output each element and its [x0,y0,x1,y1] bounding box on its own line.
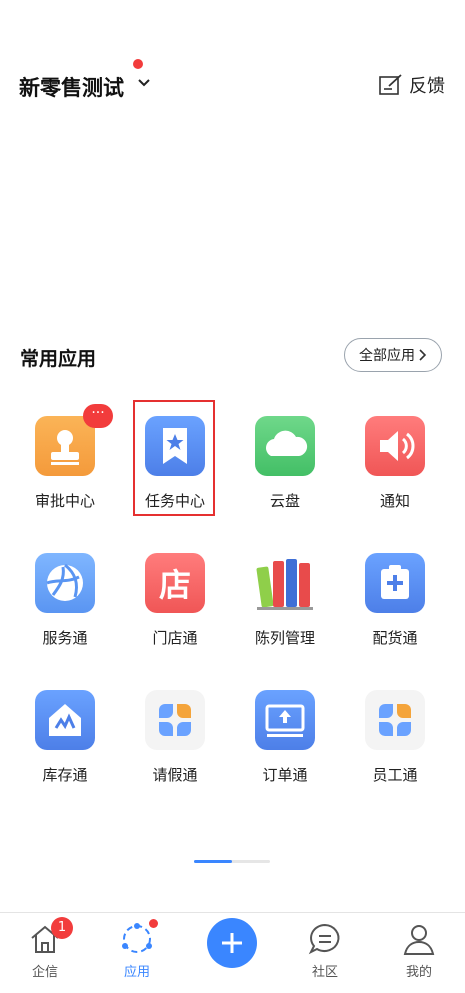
tab-me[interactable]: 我的 [374,913,464,980]
tab-messages[interactable]: 1 企信 [0,913,90,980]
user-icon [401,921,437,957]
notification-dot [133,59,143,69]
speaker-icon [365,416,425,476]
stamp-icon: ··· [35,404,113,476]
petals-icon [365,690,425,750]
plus-icon [222,933,242,953]
app-staff[interactable]: 员工通 [340,690,450,785]
app-label: 员工通 [372,766,418,784]
app-label: 订单通 [262,766,308,784]
tab-label: 社区 [311,965,338,980]
add-button[interactable] [207,918,257,968]
upload-tray-icon [255,690,315,750]
store-icon-text: 店 [158,566,191,604]
app-store[interactable]: 店 门店通 [120,553,230,648]
page-indicator-active [194,860,232,863]
tab-apps[interactable]: 应用 [92,913,182,980]
app-label: 审批中心 [34,492,95,510]
app-notify[interactable]: 通知 [340,416,450,511]
tab-label: 企信 [31,965,58,980]
house-chart-icon [35,690,95,750]
app-leave[interactable]: 请假通 [120,690,230,785]
app-order[interactable]: 订单通 [230,690,340,785]
feedback-icon [379,74,402,95]
app-service[interactable]: 服务通 [10,553,120,648]
chevron-down-icon[interactable] [137,76,151,90]
page-indicator [194,860,270,863]
app-label: 服务通 [42,629,88,647]
selection-highlight [133,400,215,516]
tab-label: 应用 [123,965,150,980]
all-apps-button[interactable]: 全部应用 [344,338,442,372]
more-badge: ··· [83,404,113,428]
apps-orbit-icon [119,919,158,957]
feedback-button[interactable]: 反馈 [379,72,445,98]
store-icon: 店 [145,553,205,613]
all-apps-label: 全部应用 [359,348,415,364]
app-allocation[interactable]: 配货通 [340,553,450,648]
app-approval-center[interactable]: ··· 审批中心 [10,404,120,511]
section-title: 常用应用 [20,348,97,370]
app-cloud-disk[interactable]: 云盘 [230,416,340,511]
app-label: 库存通 [42,766,88,784]
notification-dot [149,919,158,928]
app-label: 门店通 [152,629,198,647]
petals-icon [145,690,205,750]
tab-community[interactable]: 社区 [280,913,370,980]
medical-box-icon [365,553,425,613]
tab-label: 我的 [405,965,432,980]
app-label: 通知 [379,492,410,510]
aperture-icon [35,553,95,613]
app-inventory[interactable]: 库存通 [10,690,120,785]
app-label: 请假通 [152,766,198,784]
feedback-label: 反馈 [409,76,445,97]
unread-badge: 1 [51,917,73,939]
cloud-icon [255,416,315,476]
app-label: 配货通 [372,629,418,647]
app-label: 云盘 [269,492,300,510]
chat-bubble-icon [307,921,343,957]
chevron-right-icon [419,349,427,361]
app-label: 陈列管理 [254,629,315,647]
home-icon: 1 [27,917,73,957]
header: 新零售测试 反馈 [0,59,465,110]
org-name[interactable]: 新零售测试 [19,72,124,102]
app-display[interactable]: 陈列管理 [230,553,340,648]
books-icon [255,553,315,613]
